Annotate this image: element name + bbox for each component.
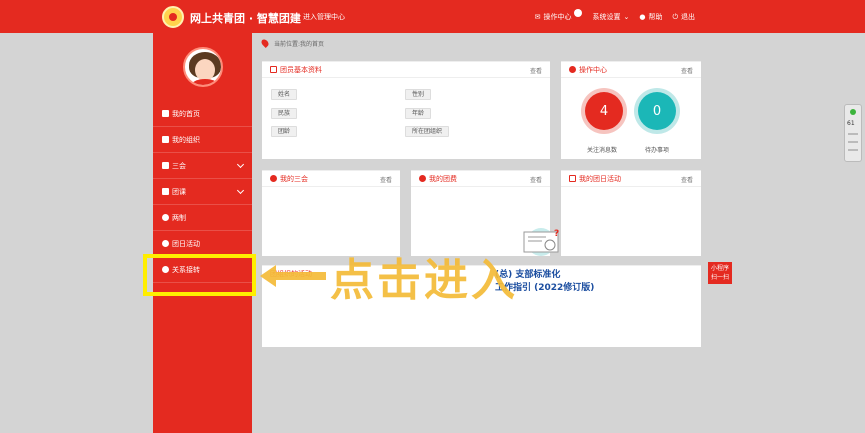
meeting-icon	[270, 175, 277, 182]
svg-text:?: ?	[554, 229, 559, 239]
sidebar: 我的首页 我的组织 三会 团课 两制 团日活动 关系接转	[153, 33, 252, 433]
todo-label: 待办事项	[645, 147, 670, 154]
breadcrumb: 当前位置:我的首页	[260, 36, 712, 50]
logout-label: 退出	[681, 13, 695, 21]
chevron-down-icon	[236, 186, 245, 195]
panel-title: 我的团费	[429, 174, 457, 183]
more-link[interactable]: 查看	[530, 66, 542, 75]
chevron-down-icon	[236, 160, 245, 169]
brand-title: 网上共青团 · 智慧团建	[190, 12, 301, 25]
enter-admin-link[interactable]: 进入管理中心	[303, 12, 345, 22]
help-icon: ●	[639, 13, 646, 21]
gear-icon	[162, 240, 169, 247]
system-settings-label: 系统设置	[592, 13, 621, 21]
folder-icon	[162, 188, 169, 195]
sidebar-item-tuanke[interactable]: 团课	[153, 179, 252, 205]
pencil-icon	[419, 175, 426, 182]
sidebar-item-label: 两制	[172, 213, 186, 222]
sidebar-item-label: 三会	[172, 161, 186, 170]
status-dot-icon	[850, 109, 856, 115]
activity-panel: 我的团日活动 查看	[561, 170, 701, 256]
sidebar-item-label: 团日活动	[172, 239, 200, 248]
home-icon	[162, 110, 169, 117]
activity-panel-header: 我的团日活动 查看	[561, 171, 701, 187]
top-right-menu: ✉ 操作中心 5 系统设置 ⌄ ● 帮助 ⏻ 退出	[534, 9, 695, 22]
panel-title: 我的团日活动	[579, 174, 621, 183]
sidebar-item-label: 团课	[172, 187, 186, 196]
ops-icon	[569, 66, 576, 73]
side-widget[interactable]: 61	[844, 104, 862, 162]
power-icon: ⏻	[672, 12, 678, 21]
widget-value: 61	[847, 120, 855, 127]
ops-center-link[interactable]: ✉ 操作中心 5	[534, 9, 583, 22]
more-link[interactable]: 查看	[380, 175, 392, 184]
field-gender: 性别	[405, 89, 432, 100]
sidebar-item-liangzhi[interactable]: 两制	[153, 205, 252, 231]
chevron-down-icon: ⌄	[623, 13, 630, 21]
check-icon	[162, 162, 169, 169]
field-ethnicity: 民族	[271, 108, 298, 119]
mini-program-tab[interactable]: 小程序 扫一扫	[708, 262, 732, 284]
target-icon	[162, 214, 169, 221]
overlay-instruction: 点击进入	[330, 255, 518, 306]
field-organization: 所在团组织	[405, 126, 450, 137]
todo-count[interactable]: 0	[638, 92, 676, 130]
ops-center-panel: 操作中心 查看 4 0 关注消息数 待办事项	[561, 61, 701, 159]
profile-panel-header: 团员基本资料 查看	[262, 62, 550, 78]
float-tab-line-1: 小程序	[710, 265, 729, 272]
id-card-icon	[270, 66, 277, 73]
sidebar-item-organization[interactable]: 我的组织	[153, 127, 252, 153]
ops-badge: 5	[574, 9, 583, 17]
field-name: 姓名	[271, 89, 298, 100]
sidebar-item-label: 我的组织	[172, 135, 200, 144]
location-pin-icon	[260, 38, 270, 48]
left-arrow-icon	[260, 265, 326, 287]
float-tab-line-2: 扫一扫	[710, 274, 729, 281]
more-link[interactable]: 查看	[681, 66, 693, 75]
top-bar: 网上共青团 · 智慧团建 进入管理中心 ✉ 操作中心 5 系统设置 ⌄ ● 帮助…	[0, 0, 865, 33]
mail-icon: ✉	[534, 13, 541, 21]
panel-title: 操作中心	[579, 65, 607, 74]
sidebar-item-home[interactable]: 我的首页	[153, 101, 252, 127]
system-settings-link[interactable]: 系统设置 ⌄	[592, 12, 629, 22]
logout-link[interactable]: ⏻ 退出	[672, 12, 695, 22]
field-league-age: 团龄	[271, 126, 298, 137]
logo	[162, 6, 184, 28]
more-link[interactable]: 查看	[681, 175, 693, 184]
avatar[interactable]	[183, 47, 223, 87]
calendar-icon	[569, 175, 576, 182]
more-link[interactable]: 查看	[530, 175, 542, 184]
field-age: 年龄	[405, 108, 432, 119]
sidebar-item-sanhui[interactable]: 三会	[153, 153, 252, 179]
sanhui-panel-header: 我的三会 查看	[262, 171, 400, 187]
help-link[interactable]: ● 帮助	[639, 12, 662, 22]
messages-count[interactable]: 4	[585, 92, 623, 130]
messages-label: 关注消息数	[587, 147, 618, 154]
group-icon	[162, 136, 169, 143]
document-icon: ?	[523, 228, 559, 256]
highlight-box	[143, 254, 256, 296]
panel-title: 我的三会	[280, 174, 308, 183]
help-label: 帮助	[648, 13, 663, 21]
breadcrumb-text: 当前位置:我的首页	[274, 40, 325, 48]
ops-panel-header: 操作中心 查看	[561, 62, 701, 78]
panel-title: 团员基本资料	[280, 65, 322, 74]
sidebar-item-label: 我的首页	[172, 109, 200, 118]
profile-panel: 团员基本资料 查看 姓名 性别 民族 年龄 团龄 所在团组织	[262, 61, 550, 159]
ops-center-label: 操作中心	[543, 13, 572, 21]
tuanfei-panel-header: 我的团费 查看	[411, 171, 550, 187]
